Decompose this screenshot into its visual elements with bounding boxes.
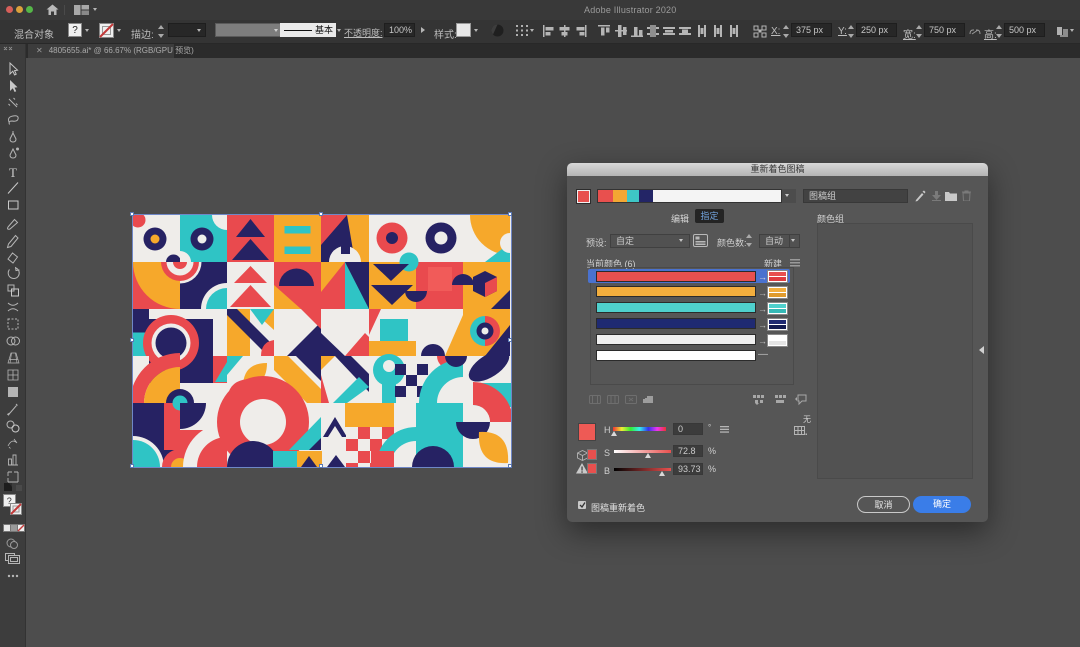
svg-text:T: T [9,165,17,180]
